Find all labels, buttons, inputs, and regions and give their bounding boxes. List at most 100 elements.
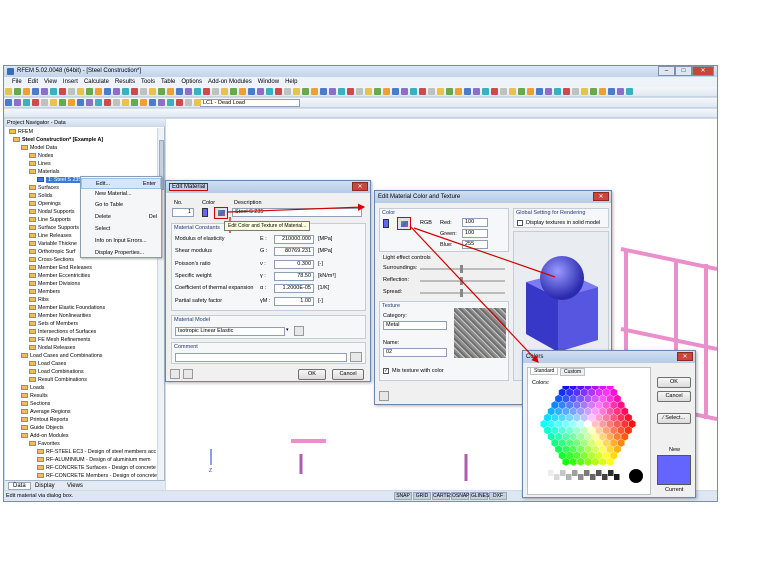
load-case-select[interactable]: LC1 - Dead Load	[200, 99, 300, 107]
toolbar-icon[interactable]	[266, 88, 273, 95]
slider-thumb[interactable]	[460, 277, 463, 285]
tree-item[interactable]: Intersections of Surfaces	[29, 328, 96, 336]
toolbar-icon[interactable]	[320, 88, 327, 95]
toolbar-icon[interactable]	[347, 88, 354, 95]
tree-item[interactable]: Favorites	[29, 440, 60, 448]
constant-value[interactable]: 210000.000	[274, 235, 314, 244]
minimize-icon[interactable]: –	[658, 66, 675, 76]
select-button[interactable]: ⁄ Select...	[657, 413, 691, 424]
toolbar-icon[interactable]	[95, 99, 102, 106]
menu-add-on-modules[interactable]: Add-on Modules	[208, 79, 252, 85]
category-select[interactable]: Metal	[383, 321, 447, 330]
constant-value[interactable]: 1.00	[274, 296, 314, 306]
toolbar-icon[interactable]	[455, 88, 462, 95]
tree-item[interactable]: Surfaces	[29, 184, 59, 192]
toolbar-icon[interactable]	[563, 88, 570, 95]
toolbar-icon[interactable]	[149, 88, 156, 95]
ok-button[interactable]: OK	[298, 369, 326, 380]
toolbar-icon[interactable]	[23, 88, 30, 95]
menu-edit[interactable]: Edit... Enter	[81, 178, 161, 189]
tree-item[interactable]: Lines	[29, 160, 51, 168]
tree-item[interactable]: FE Mesh Refinements	[29, 336, 90, 344]
toolbar-icon[interactable]	[293, 88, 300, 95]
tree-item[interactable]: Printout Reports	[21, 416, 68, 424]
menu-go-to-table[interactable]: Go to Table	[81, 200, 161, 211]
tree-item[interactable]: Average Regions	[21, 408, 71, 416]
toolbar-icon[interactable]	[59, 88, 66, 95]
gray-cell[interactable]	[560, 470, 566, 476]
toolbar-icon[interactable]	[77, 88, 84, 95]
cancel-button[interactable]: Cancel	[657, 391, 691, 402]
toolbar-icon[interactable]	[608, 88, 615, 95]
menu-new-material[interactable]: New Material...	[81, 189, 161, 200]
tree-item[interactable]: Line Releases	[29, 232, 72, 240]
toolbar-icon[interactable]	[599, 88, 606, 95]
toolbar-icon[interactable]	[302, 88, 309, 95]
close-icon[interactable]: ✕	[692, 66, 714, 76]
toolbar-icon[interactable]	[203, 88, 210, 95]
toolbar-icon[interactable]	[158, 88, 165, 95]
close-icon[interactable]: ✕	[677, 352, 693, 361]
tree-item[interactable]: Model Data	[21, 144, 57, 152]
toolbar-icon[interactable]	[248, 88, 255, 95]
toolbar-icon[interactable]	[50, 99, 57, 106]
tree-item[interactable]: RF-STEEL EC3 - Design of steel members a…	[37, 448, 156, 456]
tree-item[interactable]: Solids	[29, 192, 52, 200]
toolbar-icon[interactable]	[185, 88, 192, 95]
red-field[interactable]: 100	[462, 218, 488, 227]
comment-button[interactable]	[350, 352, 362, 362]
tree-item[interactable]: Nodal Releases	[29, 344, 75, 352]
tree-item[interactable]: Line Supports	[29, 216, 71, 224]
toolbar-icon[interactable]	[509, 88, 516, 95]
close-icon[interactable]: ✕	[352, 182, 368, 191]
tree-item[interactable]: Nodes	[29, 152, 53, 160]
help-button[interactable]	[170, 369, 180, 379]
tree-item[interactable]: 1: Steel S 235	[37, 176, 84, 184]
toolbar-icon[interactable]	[518, 88, 525, 95]
surroundings-slider[interactable]	[420, 265, 505, 273]
menu-results[interactable]: Results	[115, 79, 135, 85]
toolbar-icon[interactable]	[59, 99, 66, 106]
toolbar-icon[interactable]	[167, 88, 174, 95]
toolbar-icon[interactable]	[113, 88, 120, 95]
menu-calculate[interactable]: Calculate	[84, 79, 109, 85]
color-hexagon[interactable]	[528, 386, 652, 492]
toolbar-icon[interactable]	[131, 99, 138, 106]
toolbar-icon[interactable]	[221, 88, 228, 95]
constant-value[interactable]: 0.300	[274, 259, 314, 269]
gray-cell[interactable]	[554, 474, 560, 480]
info-button[interactable]	[183, 369, 193, 379]
tab-data[interactable]: Data	[8, 482, 31, 490]
gray-cell[interactable]	[572, 470, 578, 476]
toolbar-icon[interactable]	[23, 99, 30, 106]
model-settings-button[interactable]	[294, 326, 304, 336]
help-button[interactable]	[379, 391, 389, 401]
close-icon[interactable]: ✕	[593, 192, 609, 201]
status-grid[interactable]: GRID	[413, 492, 431, 500]
gray-cell[interactable]	[542, 474, 548, 480]
menu-display-properties[interactable]: Display Properties...	[81, 248, 161, 259]
dropdown-icon[interactable]: ▾	[286, 327, 289, 333]
toolbar-icon[interactable]	[131, 88, 138, 95]
mix-texture-checkbox[interactable]: ✓	[383, 368, 389, 374]
toolbar-icon[interactable]	[338, 88, 345, 95]
toolbar-icon[interactable]	[491, 88, 498, 95]
tree-item[interactable]: Steel Construction* [Example A]	[13, 136, 103, 144]
tree-item[interactable]: Member Divisions	[29, 280, 80, 288]
gray-cell[interactable]	[548, 470, 554, 476]
tree-item[interactable]: RF-CONCRETE Members - Design of concrete	[37, 472, 157, 480]
toolbar-icon[interactable]	[473, 88, 480, 95]
constant-value[interactable]: 78.50	[274, 271, 314, 281]
tree-item[interactable]: RF-ALUMINIUM - Design of aluminium mem	[37, 456, 150, 464]
toolbar-icon[interactable]	[581, 88, 588, 95]
toolbar-icon[interactable]	[194, 88, 201, 95]
material-no[interactable]: 1	[172, 208, 194, 217]
toolbar-icon[interactable]	[554, 88, 561, 95]
toolbar-icon[interactable]	[311, 88, 318, 95]
tree-item[interactable]: Load Cases	[29, 360, 66, 368]
tree-item[interactable]: Variable Thickne	[29, 240, 77, 248]
toolbar-icon[interactable]	[572, 88, 579, 95]
texture-name-select[interactable]: 02	[383, 348, 447, 357]
tab-standard[interactable]: Standard	[530, 367, 559, 375]
toolbar-icon[interactable]	[122, 88, 129, 95]
